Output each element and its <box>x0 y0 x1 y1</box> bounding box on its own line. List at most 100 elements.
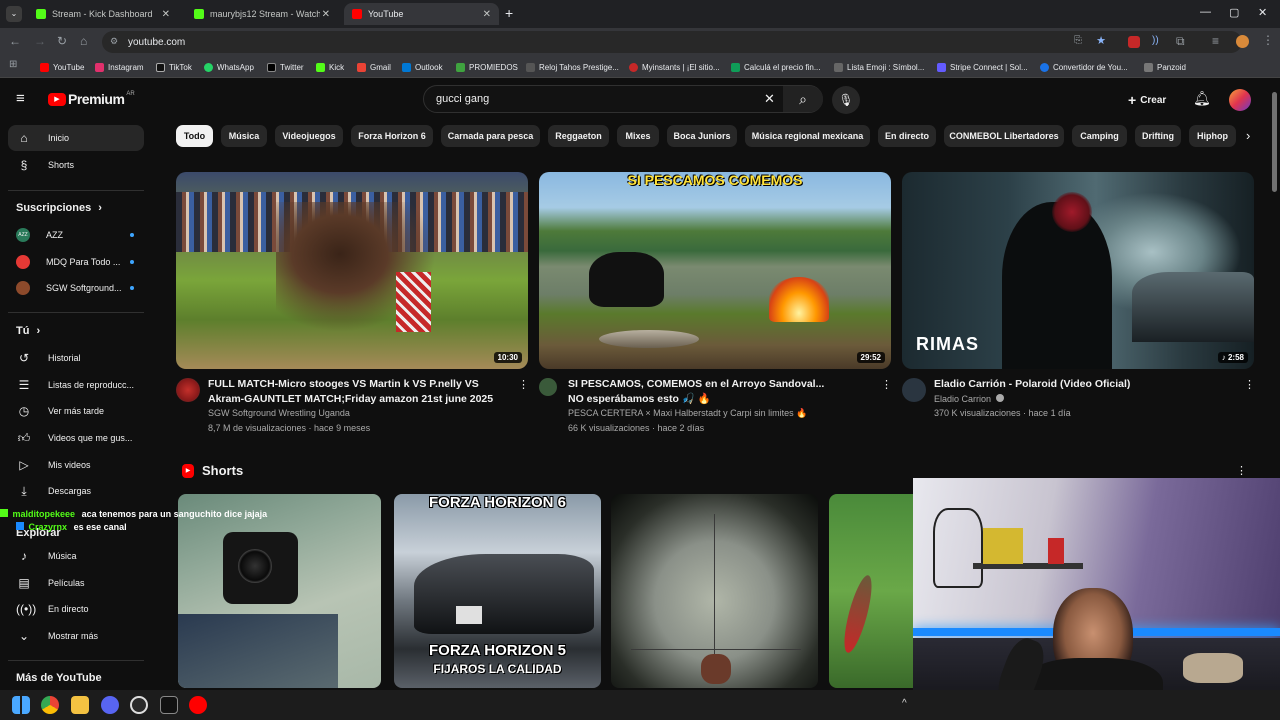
chip-hiphop[interactable]: Hiphop <box>1189 125 1236 147</box>
sidebar-item-mdq[interactable]: MDQ Para Todo ... <box>8 249 144 275</box>
bookmark-tiktok[interactable]: TikTok <box>156 60 192 74</box>
youtube-logo[interactable]: ▶ Premium AR <box>48 91 135 107</box>
channel-avatar[interactable] <box>902 378 926 402</box>
chip-forza-horizon-6[interactable]: Forza Horizon 6 <box>351 125 433 147</box>
sidebar-item-liked[interactable]: 👍︎ Videos que me gus... <box>8 425 144 451</box>
short-card[interactable]: FORZA HORIZON 6 FORZA HORIZON 5 FIJAROS … <box>394 494 601 688</box>
sidebar-item-sgw[interactable]: SGW Softground... <box>8 275 144 301</box>
chip-en-directo[interactable]: En directo <box>878 125 936 147</box>
channel-avatar[interactable] <box>539 378 557 396</box>
chip-mixes[interactable]: Mixes <box>617 125 659 147</box>
chip-carnada-para-pesca[interactable]: Carnada para pesca <box>441 125 540 147</box>
bookmark-star-icon[interactable]: ★ <box>1096 34 1106 47</box>
bookmark-calcula[interactable]: Calculá el precio fin... <box>731 60 820 74</box>
sidebar-item-shorts[interactable]: § Shorts <box>8 152 144 178</box>
video-thumbnail[interactable]: SI PESCAMOS COMEMOS 29:52 <box>539 172 891 369</box>
sidebar-item-historial[interactable]: ↺ Historial <box>8 345 144 371</box>
subscriptions-header[interactable]: Suscripciones › <box>16 202 102 214</box>
search-input[interactable]: gucci gang ✕ <box>423 85 823 113</box>
bookmark-promiedos[interactable]: PROMIEDOS <box>456 60 518 74</box>
more-vert-icon[interactable]: ⋮ <box>1262 33 1274 47</box>
bookmark-emoji[interactable]: Lista Emoji : Símbol... <box>834 60 924 74</box>
more-vert-icon[interactable]: ⋮ <box>881 378 892 391</box>
channel-name[interactable]: SGW Softground Wrestling Uganda <box>208 406 350 421</box>
obs-icon[interactable] <box>130 696 148 714</box>
chrome-icon[interactable] <box>41 696 59 714</box>
sidebar-item-inicio[interactable]: ⌂ Inicio <box>8 125 144 151</box>
short-card[interactable] <box>829 494 919 688</box>
close-window-icon[interactable]: ✕ <box>1258 6 1267 19</box>
hamburger-menu-icon[interactable]: ≡ <box>16 90 25 107</box>
more-vert-icon[interactable]: ⋮ <box>1236 464 1247 477</box>
you-header[interactable]: Tú › <box>16 325 40 337</box>
bookmark-gmail[interactable]: Gmail <box>357 60 391 74</box>
tab-search-button[interactable]: ⌄ <box>6 6 22 22</box>
create-button[interactable]: + Crear <box>1128 92 1166 108</box>
extension-icon[interactable]: )) <box>1152 35 1159 46</box>
short-card[interactable] <box>611 494 818 688</box>
more-vert-icon[interactable]: ⋮ <box>1244 378 1255 391</box>
account-avatar[interactable] <box>1229 89 1251 111</box>
puzzle-icon[interactable]: ⧉ <box>1176 34 1185 49</box>
sidebar-item-my-videos[interactable]: ▷ Mis videos <box>8 452 144 478</box>
chip-drifting[interactable]: Drifting <box>1135 125 1181 147</box>
bookmark-reloj[interactable]: Reloj Tahos Prestige... <box>526 60 619 74</box>
capcut-icon[interactable] <box>160 696 178 714</box>
video-title[interactable]: Eladio Carrión - Polaroid (Video Oficial… <box>934 377 1234 392</box>
close-tab-icon[interactable]: ✕ <box>483 9 491 20</box>
bookmark-stripe[interactable]: Stripe Connect | Sol... <box>937 60 1028 74</box>
sidebar-item-movies[interactable]: ▤ Películas <box>8 570 144 596</box>
chip-camping[interactable]: Camping <box>1072 125 1127 147</box>
discord-icon[interactable] <box>101 696 119 714</box>
extension-icon[interactable] <box>1128 36 1140 48</box>
channel-avatar[interactable] <box>176 378 200 402</box>
site-info-icon[interactable]: ⚙ <box>110 36 118 47</box>
maximize-icon[interactable]: ▢ <box>1229 6 1239 19</box>
bookmark-outlook[interactable]: Outlook <box>402 60 443 74</box>
browser-tab-kick-stream[interactable]: maurybjs12 Stream - Watch Liv ✕ <box>186 3 338 25</box>
sidebar-item-live[interactable]: ((•)) En directo <box>8 596 144 622</box>
bookmark-convertidor[interactable]: Convertidor de You... <box>1040 60 1128 74</box>
back-icon[interactable]: ← <box>9 34 21 48</box>
bookmark-whatsapp[interactable]: WhatsApp <box>204 60 254 74</box>
video-title[interactable]: SI PESCAMOS, COMEMOS en el Arroyo Sandov… <box>568 377 838 407</box>
video-title[interactable]: FULL MATCH-Micro stooges VS Martin k VS … <box>208 377 510 407</box>
chip-musica[interactable]: Música <box>221 125 267 147</box>
forward-icon[interactable]: → <box>34 34 46 48</box>
channel-name[interactable]: PESCA CERTERA × Maxi Halberstadt y Carpi… <box>568 406 807 421</box>
sidebar-item-show-more[interactable]: ⌄ Mostrar más <box>8 623 144 649</box>
sidebar-item-downloads[interactable]: ⤓ Descargas <box>8 478 144 504</box>
bookmark-kick[interactable]: Kick <box>316 60 344 74</box>
chip-videojuegos[interactable]: Videojuegos <box>275 125 343 147</box>
browser-tab-youtube[interactable]: YouTube ✕ <box>344 3 499 25</box>
menu-icon[interactable]: ≡ <box>1212 34 1219 48</box>
video-thumbnail[interactable]: 10:30 <box>176 172 528 369</box>
sidebar-item-music[interactable]: ♪ Música <box>8 543 144 569</box>
sidebar-item-azz[interactable]: AZZ AZZ <box>8 222 144 248</box>
bookmark-youtube[interactable]: YouTube <box>40 60 84 74</box>
profile-avatar[interactable] <box>1236 35 1249 48</box>
system-tray-chevron-icon[interactable]: ^ <box>902 698 907 709</box>
more-vert-icon[interactable]: ⋮ <box>518 378 529 391</box>
video-thumbnail[interactable]: RIMAS ♪ 2:58 <box>902 172 1254 369</box>
file-explorer-icon[interactable] <box>71 696 89 714</box>
youtube-app-icon[interactable] <box>189 696 207 714</box>
install-icon[interactable]: ⎘ <box>1074 35 1082 46</box>
home-icon[interactable]: ⌂ <box>80 34 87 48</box>
windows-start-icon[interactable] <box>12 696 30 714</box>
sidebar-item-watch-later[interactable]: ◷ Ver más tarde <box>8 398 144 424</box>
close-tab-icon[interactable]: ✕ <box>322 9 330 20</box>
chip-todo[interactable]: Todo <box>176 125 213 147</box>
page-scrollbar[interactable] <box>1272 92 1277 192</box>
minimize-icon[interactable]: — <box>1200 6 1211 18</box>
browser-tab-kick-dashboard[interactable]: Stream - Kick Dashboard ✕ <box>28 3 178 25</box>
chip-reggaeton[interactable]: Reggaeton <box>548 125 609 147</box>
chevron-right-icon[interactable]: › <box>1246 128 1250 143</box>
bookmark-twitter[interactable]: Twitter <box>267 60 304 74</box>
url-input[interactable]: ⚙ youtube.com ⎘ ★ <box>102 31 1242 53</box>
short-card[interactable] <box>178 494 381 688</box>
bookmark-instagram[interactable]: Instagram <box>95 60 144 74</box>
notifications-bell-icon[interactable]: 🔔︎ <box>1193 90 1211 107</box>
bookmark-panzoid[interactable]: Panzoid <box>1144 60 1186 74</box>
search-button[interactable]: ⌕ <box>783 86 823 112</box>
